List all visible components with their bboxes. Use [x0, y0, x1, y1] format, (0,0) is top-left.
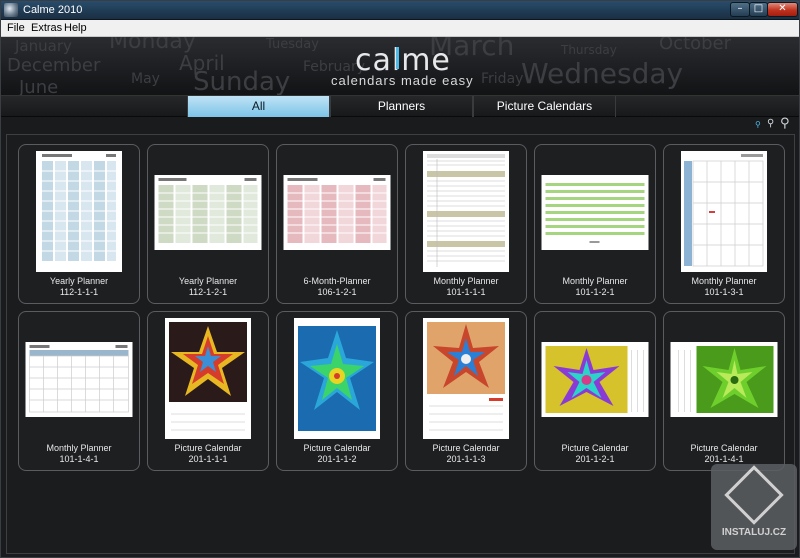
window-title: Calme 2010	[23, 4, 83, 16]
menu-file[interactable]: File	[7, 22, 25, 34]
menu-help[interactable]: Help	[64, 22, 87, 34]
close-button[interactable]: ✕	[767, 2, 798, 17]
app-header: January Monday Tuesday March October Dec…	[1, 37, 799, 95]
bg-month-word: December	[7, 55, 101, 76]
template-card[interactable]: Picture Calendar 201-1-1-3	[405, 311, 527, 471]
template-card[interactable]: Monthly Planner 101-1-3-1	[663, 144, 785, 304]
template-thumbnail	[670, 342, 778, 417]
template-card[interactable]: Monthly Planner 101-1-2-1	[534, 144, 656, 304]
template-title: Picture Calendar	[303, 443, 371, 453]
template-code: 201-1-1-2	[317, 454, 357, 464]
picture-calendar-star-thumb	[169, 322, 247, 431]
template-card[interactable]: Monthly Planner 101-1-1-1	[405, 144, 527, 304]
picture-calendar-kaleido-purple-thumb	[545, 346, 644, 413]
template-title: Monthly Planner	[691, 276, 757, 286]
bg-month-word: January	[15, 37, 72, 55]
template-card[interactable]: Yearly Planner 112-1-1-1	[18, 144, 140, 304]
template-card[interactable]: Picture Calendar 201-1-2-1	[534, 311, 656, 471]
template-title: Monthly Planner	[46, 443, 112, 453]
yearly-planner-thumb	[42, 154, 116, 261]
template-code: 112-1-2-1	[188, 287, 228, 297]
template-thumbnail	[154, 175, 262, 250]
template-title: Yearly Planner	[49, 276, 109, 286]
logo-accent	[396, 47, 399, 69]
bg-month-word: May	[131, 71, 160, 87]
bg-month-word: June	[19, 77, 59, 95]
monthly-planner-striped-thumb	[545, 183, 645, 243]
template-title: Monthly Planner	[562, 276, 628, 286]
template-title: 6-Month-Planner	[303, 276, 371, 286]
template-card[interactable]: Picture Calendar 201-1-1-1	[147, 311, 269, 471]
template-code: 201-1-1-1	[188, 454, 228, 464]
template-thumbnail	[294, 318, 380, 439]
template-gallery: Yearly Planner 112-1-1-1 Yearly Planner …	[6, 134, 795, 554]
template-code: 112-1-1-1	[59, 287, 99, 297]
watermark-logo-icon	[724, 465, 784, 525]
template-thumbnail	[541, 342, 649, 417]
template-title: Picture Calendar	[174, 443, 242, 453]
template-card[interactable]: Yearly Planner 112-1-2-1	[147, 144, 269, 304]
picture-calendar-kaleido-blue-thumb	[298, 326, 376, 431]
app-window: Calme 2010 – □ ✕ File Extras Help Januar…	[0, 0, 800, 558]
bg-day-word: Sunday	[193, 67, 291, 95]
watermark-text: INSTALUJ.CZ	[721, 527, 787, 538]
template-title: Monthly Planner	[433, 276, 499, 286]
template-code: 101-1-1-1	[446, 287, 486, 297]
template-code: 101-1-3-1	[704, 287, 744, 297]
template-title: Picture Calendar	[432, 443, 500, 453]
menu-extras[interactable]: Extras	[31, 22, 62, 34]
picture-calendar-kaleido-green-thumb	[678, 346, 774, 413]
tab-all[interactable]: All	[187, 96, 330, 117]
template-code: 106-1-2-1	[317, 287, 357, 297]
template-thumbnail	[165, 318, 251, 439]
template-thumbnail	[25, 342, 133, 417]
template-card[interactable]: Monthly Planner 101-1-4-1	[18, 311, 140, 471]
template-thumbnail	[36, 151, 122, 272]
bg-day-word: Wednesday	[521, 57, 684, 90]
template-code: 201-1-1-3	[446, 454, 486, 464]
zoom-medium-icon[interactable]: ⚲	[767, 118, 774, 129]
yearly-planner-landscape-thumb	[158, 178, 258, 243]
tab-picture-calendars[interactable]: Picture Calendars	[473, 96, 616, 117]
template-title: Yearly Planner	[178, 276, 238, 286]
category-tabs: All Planners Picture Calendars	[1, 95, 799, 117]
app-tagline: calendars made easy	[331, 73, 474, 88]
template-code: 101-1-2-1	[575, 287, 615, 297]
template-thumbnail	[681, 151, 767, 272]
bg-day-word: Thursday	[561, 43, 617, 57]
template-card[interactable]: Picture Calendar 201-1-4-1	[663, 311, 785, 471]
monthly-planner-list-thumb	[427, 154, 505, 267]
app-icon	[4, 3, 18, 17]
template-thumbnail	[423, 318, 509, 439]
maximize-button[interactable]: □	[749, 2, 768, 17]
template-title: Picture Calendar	[690, 443, 758, 453]
template-card[interactable]: 6-Month-Planner 106-1-2-1	[276, 144, 398, 304]
template-title: Picture Calendar	[561, 443, 629, 453]
template-card[interactable]: Picture Calendar 201-1-1-2	[276, 311, 398, 471]
bg-month-word: October	[659, 37, 732, 54]
zoom-small-icon[interactable]: ⚲	[755, 120, 761, 129]
zoom-large-icon[interactable]: ⚲	[780, 116, 790, 131]
template-thumbnail	[423, 151, 509, 272]
monthly-planner-grid-thumb	[684, 154, 764, 267]
monthly-planner-landscape-thumb	[29, 345, 129, 413]
tab-planners[interactable]: Planners	[330, 96, 473, 117]
bg-day-word: Friday	[481, 71, 524, 87]
template-code: 201-1-4-1	[704, 454, 744, 464]
template-thumbnail	[541, 175, 649, 250]
menu-bar: File Extras Help	[1, 20, 799, 37]
template-code: 101-1-4-1	[59, 454, 99, 464]
template-thumbnail	[283, 175, 391, 250]
six-month-planner-thumb	[287, 178, 387, 243]
template-code: 201-1-2-1	[575, 454, 615, 464]
bg-day-word: Tuesday	[266, 37, 319, 52]
site-watermark: INSTALUJ.CZ	[711, 464, 797, 550]
picture-calendar-kaleido-red-thumb	[427, 322, 505, 431]
minimize-button[interactable]: –	[730, 2, 750, 17]
title-bar[interactable]: Calme 2010 – □ ✕	[1, 1, 799, 20]
